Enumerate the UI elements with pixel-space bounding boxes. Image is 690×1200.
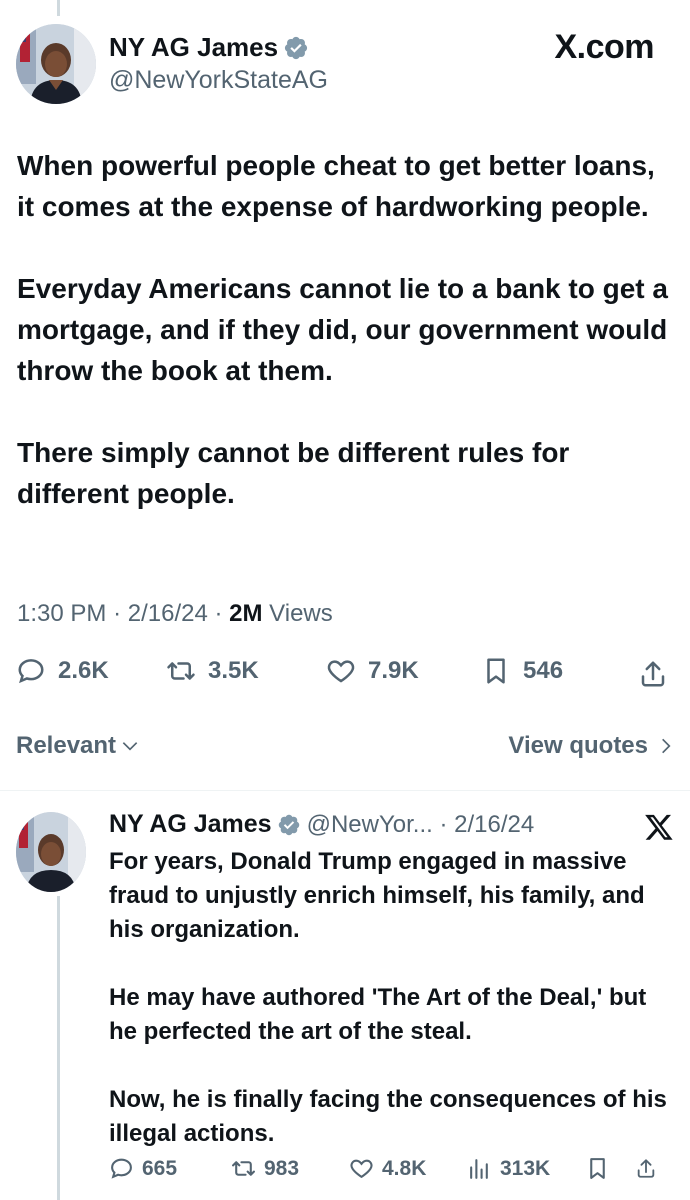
chevron-right-icon — [662, 738, 671, 754]
retweet-button[interactable]: 3.5K — [166, 656, 326, 686]
tweet-body: When powerful people cheat to get better… — [17, 145, 677, 514]
reply-like-button[interactable]: 4.8K — [349, 1156, 467, 1181]
bookmark-icon — [487, 658, 505, 684]
reply-reply-count: 665 — [142, 1156, 178, 1180]
verified-badge-icon — [284, 36, 308, 59]
tweet-paragraph: When powerful people cheat to get better… — [17, 150, 655, 222]
view-quotes-label: View quotes — [508, 732, 648, 759]
tweet-meta: 1:30 PM · 2/16/24 · 2M Views — [17, 600, 333, 628]
reply-icon — [111, 1158, 132, 1179]
heart-icon — [350, 1159, 373, 1179]
views-count: 2M — [229, 600, 263, 627]
author-name[interactable]: NY AG James — [109, 32, 278, 63]
reply-button[interactable]: 2.6K — [16, 656, 166, 686]
relevant-label: Relevant — [16, 732, 117, 759]
like-count: 7.9K — [368, 657, 419, 684]
reply-author-name[interactable]: NY AG James — [109, 810, 272, 839]
author-name-row: NY AG James — [109, 32, 309, 63]
reply-icon — [18, 659, 44, 684]
reply-handle-date[interactable]: @NewYor... · 2/16/24 — [307, 811, 535, 839]
author-handle-row: @NewYorkStateAG — [109, 66, 328, 95]
x-logo-icon — [645, 814, 673, 840]
reply-actions: 665 983 4.8K 313K — [109, 1156, 679, 1181]
thread-line — [57, 896, 60, 1200]
tweet-paragraph: Everyday Americans cannot lie to a bank … — [17, 273, 668, 386]
retweet-count: 3.5K — [208, 657, 259, 684]
retweet-icon — [167, 662, 195, 680]
avatar-photo-icon — [16, 812, 86, 892]
sort-bar: Relevant View quotes — [16, 732, 676, 760]
site-label: X.com — [554, 28, 654, 66]
tweet-time[interactable]: 1:30 PM — [17, 600, 106, 627]
thread-line-top — [57, 0, 60, 16]
author-avatar[interactable] — [16, 24, 96, 104]
reply-paragraph: Now, he is finally facing the consequenc… — [109, 1086, 667, 1147]
reply-retweet-count: 983 — [264, 1156, 300, 1180]
author-handle[interactable]: @NewYorkStateAG — [109, 66, 328, 95]
reply-views-count: 313K — [500, 1156, 551, 1180]
reply-like-count: 4.8K — [382, 1156, 427, 1180]
reply-body: For years, Donald Trump engaged in massi… — [109, 845, 679, 1151]
tweet-paragraph: There simply cannot be different rules f… — [17, 437, 570, 509]
reply-paragraph: For years, Donald Trump engaged in massi… — [109, 848, 645, 943]
verified-badge-icon — [278, 814, 299, 835]
share-icon — [637, 1159, 655, 1178]
chevron-down-icon — [122, 742, 138, 751]
avatar-photo-icon — [16, 24, 96, 104]
meta-separator: · — [214, 600, 230, 627]
retweet-icon — [232, 1161, 255, 1176]
bookmark-icon — [590, 1158, 605, 1179]
reply-views-button[interactable]: 313K — [467, 1156, 585, 1181]
reply-retweet-button[interactable]: 983 — [231, 1156, 349, 1181]
reply-count: 2.6K — [58, 657, 109, 684]
reply-paragraph: He may have authored 'The Art of the Dea… — [109, 984, 647, 1045]
analytics-icon — [470, 1159, 488, 1179]
share-icon[interactable] — [638, 659, 668, 689]
like-button[interactable]: 7.9K — [326, 656, 481, 686]
meta-separator: · — [113, 600, 128, 627]
views-label: Views — [269, 600, 333, 627]
bookmark-count: 546 — [523, 657, 564, 684]
view-quotes-link[interactable]: View quotes — [508, 732, 676, 760]
relevant-dropdown[interactable]: Relevant — [16, 732, 140, 760]
reply-header: NY AG James @NewYor... · 2/16/24 — [109, 810, 679, 839]
reply-reply-button[interactable]: 665 — [109, 1156, 231, 1181]
tweet-actions: 2.6K 3.5K 7.9K 546 — [16, 656, 676, 686]
section-divider — [0, 790, 690, 791]
reply-author-avatar[interactable] — [16, 812, 86, 892]
reply-share-button[interactable] — [635, 1156, 665, 1181]
tweet-date[interactable]: 2/16/24 — [128, 600, 208, 627]
bookmark-button[interactable]: 546 — [481, 656, 626, 686]
heart-icon — [327, 660, 355, 683]
reply-bookmark-button[interactable] — [585, 1156, 635, 1181]
